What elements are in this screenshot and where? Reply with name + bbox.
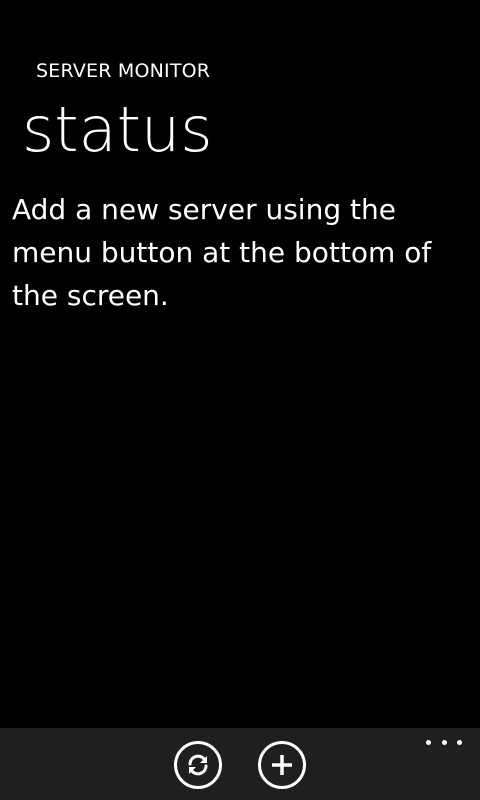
application-bar	[0, 728, 480, 800]
dot	[441, 740, 447, 745]
refresh-button[interactable]	[174, 741, 222, 789]
app-title: SERVER MONITOR	[36, 60, 211, 82]
screen: SERVER MONITOR status Add a new server u…	[0, 0, 480, 800]
add-server-button[interactable]	[258, 741, 306, 789]
empty-state-message: Add a new server using the menu button a…	[12, 193, 432, 312]
dot	[457, 740, 462, 745]
ellipsis-icon[interactable]	[426, 732, 462, 756]
add-icon	[272, 755, 292, 775]
page-title: status	[22, 93, 213, 166]
refresh-icon	[188, 754, 208, 776]
dot	[426, 740, 431, 745]
